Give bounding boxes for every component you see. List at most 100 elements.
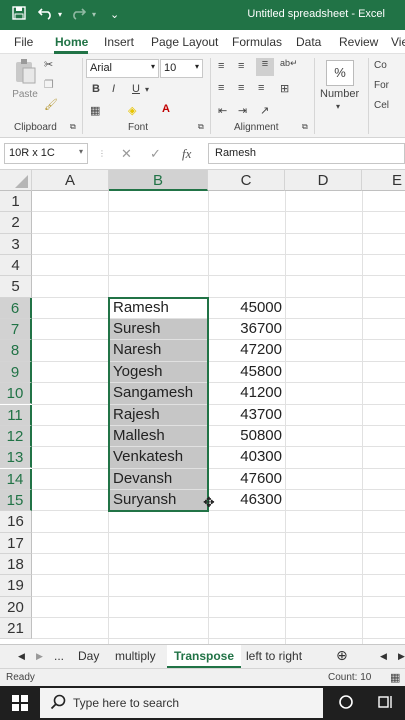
cell-value[interactable]: 40300 [208,446,282,467]
name-box[interactable]: 10R x 1C ▾ [4,143,88,164]
row-header[interactable]: 1 [0,191,32,213]
conditional-formatting-button[interactable]: Co [374,60,387,71]
clipboard-launcher-icon[interactable]: ⧉ [70,122,76,132]
row-header[interactable]: 12 [0,425,32,448]
format-as-table-button[interactable]: For [374,80,389,91]
row-header[interactable]: 13 [0,447,32,469]
tab-file[interactable]: File [14,35,33,49]
row-header[interactable]: 10 [0,383,32,405]
chevron-down-icon[interactable]: ▾ [145,85,149,94]
row-header[interactable]: 4 [0,255,32,277]
cell-styles-button[interactable]: Cel [374,100,389,111]
row-header[interactable]: 5 [0,276,32,298]
row-header[interactable]: 3 [0,233,32,255]
align-bottom-icon[interactable]: ≡ [256,58,274,76]
font-name-select[interactable]: Arial ▾ [86,59,159,78]
cell-value[interactable]: 45000 [208,297,282,318]
row-header[interactable]: 17 [0,532,32,554]
scroll-left-icon[interactable]: ◀ [18,651,25,662]
underline-button[interactable]: U [132,83,140,95]
number-format-icon[interactable]: % [326,60,354,86]
tab-home[interactable]: Home [55,35,88,49]
wrap-text-icon[interactable]: ab↵ [280,58,298,69]
cell-value[interactable]: 47200 [208,339,282,360]
row-header[interactable]: 16 [0,511,32,533]
tab-formulas[interactable]: Formulas [232,35,282,49]
cancel-icon[interactable]: ✕ [121,146,132,162]
row-header[interactable]: 6 [0,297,32,320]
sheet-tab-day[interactable]: Day [78,649,99,663]
bold-button[interactable]: B [92,83,100,95]
row-header[interactable]: 21 [0,618,32,640]
tab-page-layout[interactable]: Page Layout [151,35,218,49]
windows-start-icon[interactable] [12,695,28,714]
align-right-icon[interactable]: ≡ [258,82,264,94]
row-header[interactable]: 18 [0,553,32,576]
scroll-right-icon[interactable]: ▶ [36,651,43,662]
cell-value[interactable]: 50800 [208,425,282,446]
spreadsheet-grid[interactable]: A B C D E 1 2 3 4 5 6 7 8 9 10 11 12 13 14 15 16 17 18 19 2… [0,170,405,644]
column-header-a[interactable]: A [32,170,109,191]
hscroll-left-icon[interactable]: ◀ [380,651,387,662]
orientation-icon[interactable]: ↗ [260,104,269,117]
save-icon[interactable] [12,6,26,23]
sheet-tab-multiply[interactable]: multiply [115,649,156,663]
cell-value[interactable]: 47600 [208,468,282,489]
cell-value[interactable]: 36700 [208,318,282,339]
row-header[interactable]: 20 [0,596,32,618]
align-left-icon[interactable]: ≡ [218,82,224,94]
row-header[interactable]: 7 [0,319,32,341]
column-header-d[interactable]: D [285,170,362,191]
redo-dropdown-icon[interactable]: ▾ [92,10,96,19]
cell-value[interactable]: 41200 [208,382,282,403]
task-view-icon[interactable] [376,694,394,713]
alignment-launcher-icon[interactable]: ⧉ [302,122,308,132]
row-header[interactable]: 11 [0,404,32,426]
undo-dropdown-icon[interactable]: ▾ [58,10,62,19]
font-launcher-icon[interactable]: ⧉ [198,122,204,132]
row-header[interactable]: 2 [0,212,32,234]
add-sheet-icon[interactable]: ⊕ [336,647,348,664]
tab-insert[interactable]: Insert [104,35,134,49]
cell-value[interactable]: 46300 [208,489,282,510]
cut-icon[interactable]: ✂ [44,58,53,71]
view-normal-icon[interactable]: ▦ [390,671,400,684]
font-size-select[interactable]: 10 ▾ [160,59,203,78]
more-sheets-button[interactable]: ... [54,649,64,663]
select-all-corner[interactable] [0,170,32,191]
align-center-icon[interactable]: ≡ [238,82,244,94]
cell-value[interactable]: 43700 [208,404,282,425]
column-header-c[interactable]: C [208,170,285,191]
insert-function-icon[interactable]: fx [182,146,191,162]
row-header[interactable]: 9 [0,361,32,384]
row-header[interactable]: 15 [0,489,32,512]
sheet-tab-transpose[interactable]: Transpose [167,645,242,668]
tab-view[interactable]: Vie [391,35,405,49]
redo-icon[interactable] [70,6,87,23]
sheet-tab-left-to-right[interactable]: left to right [246,649,302,663]
customize-qat-icon[interactable]: ⌄ [110,8,119,21]
format-painter-icon[interactable]: 🖌 [44,98,58,111]
number-button[interactable]: Number [320,88,359,100]
hscroll-right-icon[interactable]: ▶ [398,651,405,662]
formula-input[interactable]: Ramesh [208,143,405,164]
paste-button[interactable]: Paste [10,58,40,100]
align-middle-icon[interactable]: ≡ [238,60,244,72]
row-header[interactable]: 14 [0,468,32,490]
undo-icon[interactable] [37,6,54,23]
cortana-icon[interactable] [338,694,354,713]
font-color-button[interactable]: A [162,103,170,115]
tab-data[interactable]: Data [296,35,321,49]
row-header[interactable]: 19 [0,575,32,597]
column-header-b[interactable]: B [109,170,208,191]
fill-color-icon[interactable]: ◈ [128,104,136,117]
merge-center-icon[interactable]: ⊞ [280,82,289,95]
increase-indent-icon[interactable]: ⇥ [238,104,247,117]
align-top-icon[interactable]: ≡ [218,60,224,72]
row-header[interactable]: 8 [0,340,32,362]
taskbar-search[interactable]: Type here to search [40,688,323,718]
copy-icon[interactable]: ❐ [44,78,54,91]
column-header-e[interactable]: E [362,170,405,191]
cell-value[interactable]: 45800 [208,361,282,382]
italic-button[interactable]: I [112,83,115,95]
